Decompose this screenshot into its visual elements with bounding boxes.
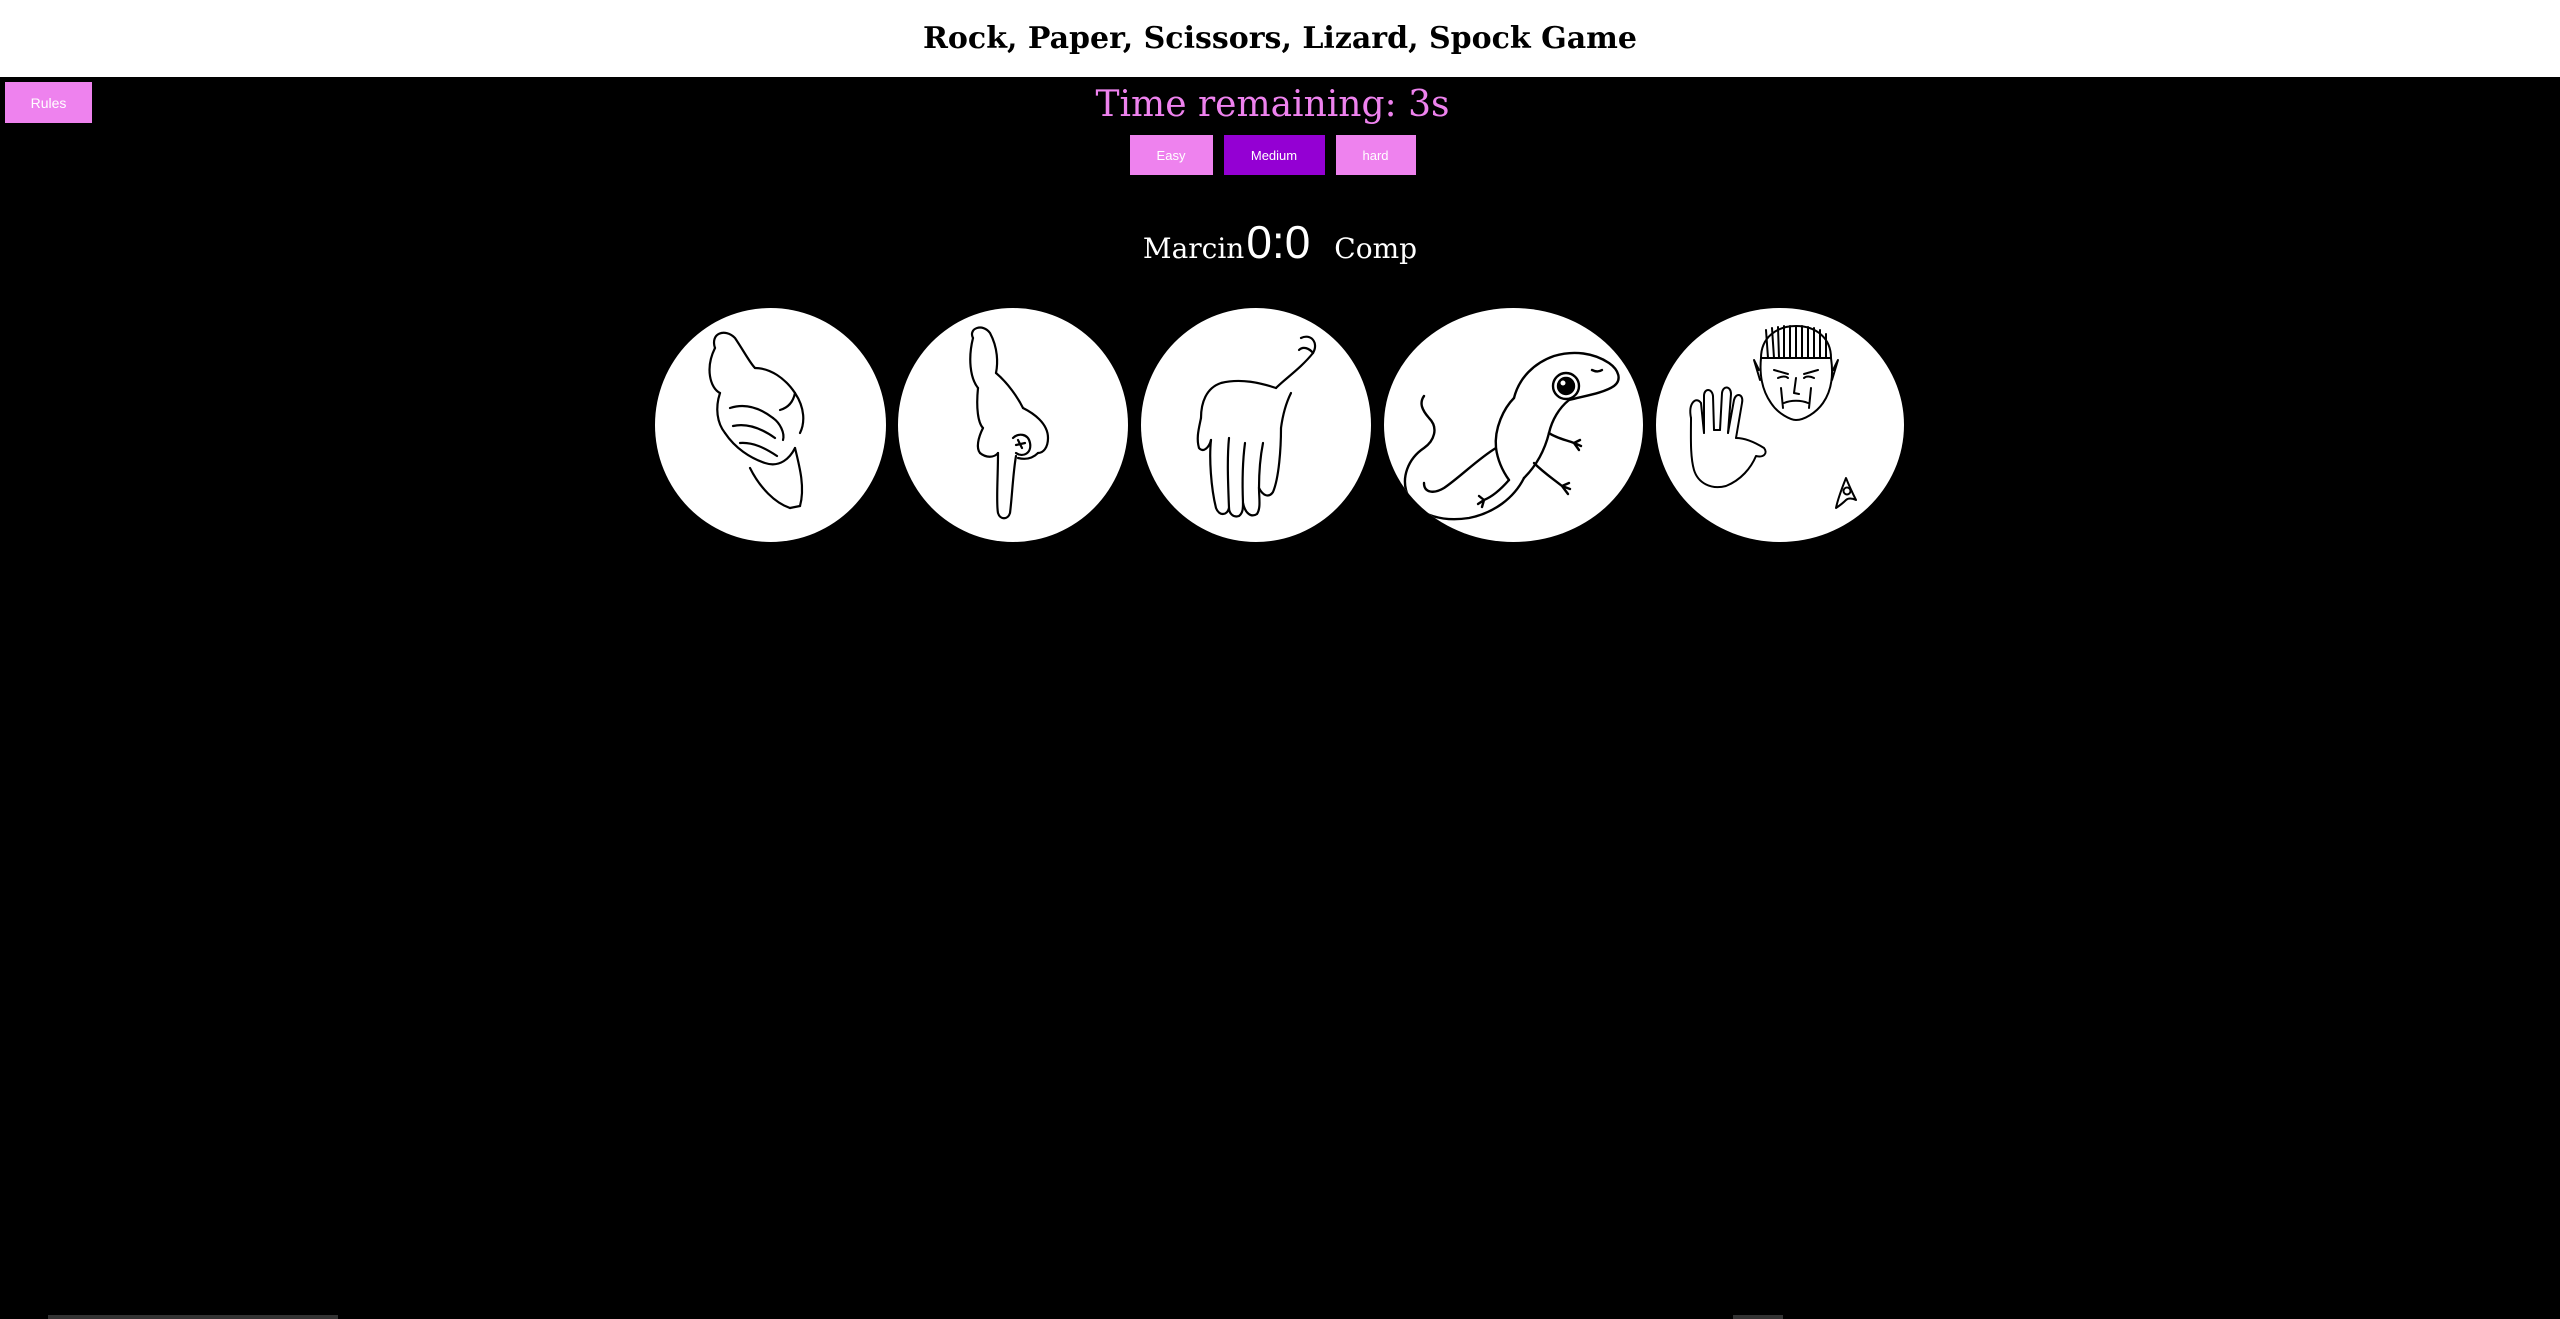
rock-choice[interactable]	[655, 308, 886, 542]
paper-hand-icon	[969, 326, 1050, 520]
paper-choice[interactable]	[898, 308, 1128, 542]
scissors-hand-icon	[1196, 335, 1317, 518]
opponent-name: Comp	[1334, 232, 1418, 265]
scoreboard: Marcin 0:0 Comp	[0, 215, 2560, 269]
easy-button[interactable]: Easy	[1129, 135, 1213, 175]
horizontal-scrollbar-right[interactable]	[1733, 1315, 1783, 1319]
page-title: Rock, Paper, Scissors, Lizard, Spock Gam…	[922, 21, 1638, 56]
player-name: Marcin	[1142, 232, 1245, 265]
scissors-choice[interactable]	[1141, 308, 1371, 542]
medium-button[interactable]: Medium	[1223, 135, 1325, 175]
spock-choice[interactable]	[1656, 308, 1904, 542]
lizard-choice[interactable]	[1384, 308, 1643, 542]
choices-row	[0, 308, 2560, 542]
horizontal-scrollbar-left[interactable]	[48, 1315, 338, 1319]
score-value: 0:0	[1246, 216, 1311, 268]
page-header: Rock, Paper, Scissors, Lizard, Spock Gam…	[0, 0, 2560, 77]
spock-icon	[1689, 325, 1857, 509]
hard-button[interactable]: hard	[1335, 135, 1416, 175]
lizard-icon	[1403, 351, 1620, 521]
rock-hand-icon	[708, 331, 805, 510]
difficulty-selector: Easy Medium hard	[0, 135, 2545, 175]
time-remaining-text: Time remaining: 3s	[1095, 84, 1450, 125]
